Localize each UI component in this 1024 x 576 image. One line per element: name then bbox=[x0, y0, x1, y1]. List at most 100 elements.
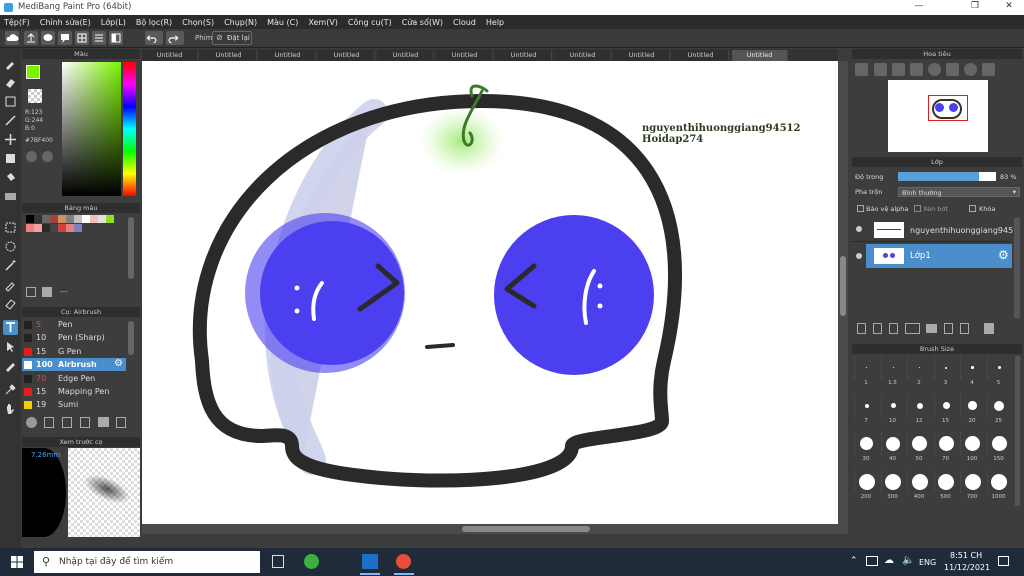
brush-item[interactable]: 15 Mapping Pen bbox=[22, 385, 126, 398]
brush-size-option[interactable]: 7 bbox=[854, 394, 878, 424]
menu-window[interactable]: Cửa sổ(W) bbox=[402, 18, 443, 27]
navigator-thumbnail[interactable] bbox=[888, 80, 988, 152]
layer-visibility-icon[interactable] bbox=[856, 253, 862, 259]
delete-layer-icon[interactable] bbox=[984, 323, 994, 334]
opacity-slider[interactable] bbox=[898, 172, 996, 181]
primary-color-swatch[interactable] bbox=[26, 65, 40, 79]
hue-slider[interactable] bbox=[123, 62, 136, 196]
tab-untitled-5[interactable]: Untitled bbox=[378, 50, 434, 61]
gradient-icon[interactable] bbox=[3, 189, 18, 204]
tab-untitled-8[interactable]: Untitled bbox=[555, 50, 611, 61]
menu-color[interactable]: Màu (C) bbox=[267, 18, 298, 27]
palette-wheel-icon[interactable] bbox=[26, 151, 37, 162]
new-halftone-layer-icon[interactable] bbox=[873, 323, 882, 334]
lasso-rect-icon[interactable] bbox=[3, 220, 18, 235]
layer-visibility-icon[interactable] bbox=[856, 226, 862, 232]
new-8bit-layer-icon[interactable] bbox=[889, 323, 898, 334]
redo-icon[interactable] bbox=[166, 31, 184, 45]
layer-row-selected[interactable]: Lớp1 ⚙ bbox=[866, 244, 1012, 268]
menu-view[interactable]: Xem(V) bbox=[308, 18, 338, 27]
tab-untitled-6[interactable]: Untitled bbox=[437, 50, 493, 61]
brush-size-option[interactable]: 10 bbox=[880, 394, 905, 424]
canvas-vertical-scrollbar[interactable] bbox=[838, 61, 848, 524]
brush-size-option[interactable]: 3 bbox=[933, 356, 958, 386]
grid-icon[interactable] bbox=[75, 31, 89, 45]
comment-icon[interactable] bbox=[58, 31, 72, 45]
menu-edit[interactable]: Chỉnh sửa(E) bbox=[40, 18, 91, 27]
select-pen-icon[interactable] bbox=[3, 277, 18, 292]
select-eraser-icon[interactable] bbox=[3, 296, 18, 311]
gear-icon[interactable]: ⚙ bbox=[998, 248, 1009, 262]
eraser-icon[interactable] bbox=[3, 75, 18, 90]
line-icon[interactable] bbox=[3, 113, 18, 128]
layout-icon[interactable] bbox=[109, 31, 123, 45]
canvas-vertical-thumb[interactable] bbox=[840, 256, 846, 316]
close-icon[interactable]: ✕ bbox=[994, 1, 1024, 11]
lasso-icon[interactable] bbox=[3, 239, 18, 254]
clock-time[interactable]: 8:51 CH bbox=[950, 551, 982, 560]
layer-row[interactable]: nguyenthihuonggiang9451 bbox=[852, 218, 1018, 242]
windows-start-icon[interactable] bbox=[11, 556, 23, 568]
palette-swatches[interactable] bbox=[26, 215, 126, 233]
tab-untitled-3[interactable]: Untitled bbox=[260, 50, 316, 61]
brush-size-option[interactable]: 150 bbox=[986, 432, 1011, 462]
tab-untitled-2[interactable]: Untitled bbox=[201, 50, 257, 61]
brush-size-option[interactable]: 15 bbox=[933, 394, 958, 424]
eyedropper-icon[interactable] bbox=[3, 382, 18, 397]
maximize-icon[interactable]: ❐ bbox=[960, 1, 990, 11]
tab-untitled-9[interactable]: Untitled bbox=[614, 50, 670, 61]
actual-size-icon[interactable] bbox=[910, 63, 923, 76]
palette-picker-icon[interactable] bbox=[42, 151, 53, 162]
move-icon[interactable] bbox=[3, 132, 18, 147]
menu-file[interactable]: Tệp(F) bbox=[4, 18, 30, 27]
rotate-left-icon[interactable] bbox=[928, 63, 941, 76]
new-palette-icon[interactable] bbox=[26, 287, 36, 297]
menu-layer[interactable]: Lớp(L) bbox=[101, 18, 126, 27]
taskbar-search[interactable]: ⚲ Nhập tại đây để tìm kiếm bbox=[34, 551, 260, 573]
secondary-color-swatch[interactable] bbox=[28, 89, 42, 103]
canvas-horizontal-thumb[interactable] bbox=[462, 526, 590, 532]
brush-item[interactable]: 5 Pen bbox=[22, 318, 126, 331]
brush-size-option[interactable]: 70 bbox=[933, 432, 958, 462]
brush-size-option[interactable]: 25 bbox=[986, 394, 1011, 424]
tray-chevron-icon[interactable]: ⌃ bbox=[850, 556, 858, 566]
brush-size-option[interactable]: 20 bbox=[960, 394, 984, 424]
brush-size-option[interactable]: 100 bbox=[960, 432, 984, 462]
brush-scrollbar[interactable] bbox=[128, 321, 134, 355]
fill-rect-icon[interactable] bbox=[3, 151, 18, 166]
flip-icon[interactable] bbox=[982, 63, 995, 76]
menu-select[interactable]: Chọn(S) bbox=[182, 18, 214, 27]
pen-icon[interactable] bbox=[3, 358, 18, 373]
menu-cloud[interactable]: Cloud bbox=[453, 18, 476, 27]
protect-alpha-checkbox[interactable] bbox=[857, 205, 864, 212]
tab-untitled-7[interactable]: Untitled bbox=[496, 50, 552, 61]
blend-mode-select[interactable]: Bình thường ▾ bbox=[898, 187, 1020, 197]
network-icon[interactable]: ☁ bbox=[884, 555, 894, 566]
brush-duplicate-icon[interactable] bbox=[116, 417, 126, 428]
brush-size-option[interactable]: 5 bbox=[986, 356, 1011, 386]
brush-add-icon[interactable] bbox=[62, 417, 72, 428]
brush-item[interactable]: 15 G Pen bbox=[22, 345, 126, 358]
zoom-in-icon[interactable] bbox=[855, 63, 868, 76]
layer-scrollbar[interactable] bbox=[1014, 218, 1020, 318]
tab-untitled-11[interactable]: Untitled bbox=[732, 50, 788, 61]
brush-size-scrollbar[interactable] bbox=[1015, 356, 1020, 506]
folder-icon[interactable] bbox=[98, 417, 109, 427]
chat-icon[interactable] bbox=[41, 31, 55, 45]
tab-untitled-1[interactable]: Untitled bbox=[142, 50, 198, 61]
menu-snap[interactable]: Chụp(N) bbox=[224, 18, 257, 27]
brush-size-option[interactable]: 12 bbox=[907, 394, 931, 424]
canvas-horizontal-scrollbar[interactable] bbox=[142, 524, 848, 534]
brush-size-option[interactable]: 400 bbox=[907, 470, 931, 500]
clipping-checkbox[interactable] bbox=[914, 205, 921, 212]
brush-settings-icon[interactable] bbox=[26, 417, 37, 428]
menu-tools[interactable]: Công cụ(T) bbox=[348, 18, 392, 27]
brush-size-option[interactable]: 200 bbox=[854, 470, 878, 500]
coccoc-browser-icon[interactable] bbox=[304, 554, 319, 569]
brush-size-option[interactable]: 30 bbox=[854, 432, 878, 462]
brush-size-option[interactable]: 50 bbox=[907, 432, 931, 462]
fit-icon[interactable] bbox=[892, 63, 905, 76]
brush-item[interactable]: 19 Sumi bbox=[22, 398, 126, 411]
saturation-value-field[interactable] bbox=[62, 62, 121, 196]
gear-icon[interactable]: ⚙ bbox=[114, 358, 123, 369]
